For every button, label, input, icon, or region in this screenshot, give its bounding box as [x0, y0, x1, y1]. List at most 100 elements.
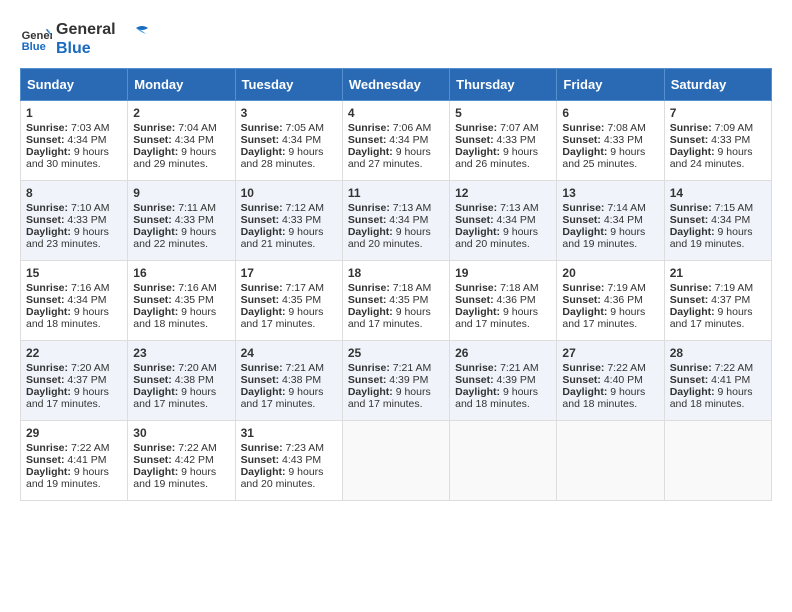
sunrise-label: Sunrise: [241, 442, 286, 454]
sunset-label: Sunset: [133, 214, 174, 226]
sunrise-time: 7:13 AM [500, 202, 539, 214]
calendar-cell: 23Sunrise: 7:20 AMSunset: 4:38 PMDayligh… [128, 341, 235, 421]
daylight-label: Daylight: [348, 146, 396, 158]
sunrise-time: 7:22 AM [178, 442, 217, 454]
day-number: 14 [670, 186, 766, 200]
sunset-time: 4:35 PM [389, 294, 428, 306]
day-number: 10 [241, 186, 337, 200]
daylight-label: Daylight: [670, 306, 718, 318]
sunrise-time: 7:13 AM [393, 202, 432, 214]
day-number: 1 [26, 106, 122, 120]
calendar-cell: 25Sunrise: 7:21 AMSunset: 4:39 PMDayligh… [342, 341, 449, 421]
sunrise-time: 7:20 AM [178, 362, 217, 374]
sunrise-label: Sunrise: [26, 362, 71, 374]
sunrise-time: 7:04 AM [178, 122, 217, 134]
day-number: 12 [455, 186, 551, 200]
sunset-label: Sunset: [670, 294, 711, 306]
daylight-label: Daylight: [348, 386, 396, 398]
day-number: 27 [562, 346, 658, 360]
sunset-time: 4:33 PM [282, 214, 321, 226]
sunrise-time: 7:21 AM [500, 362, 539, 374]
sunrise-time: 7:06 AM [393, 122, 432, 134]
sunset-time: 4:41 PM [711, 374, 750, 386]
calendar-cell: 14Sunrise: 7:15 AMSunset: 4:34 PMDayligh… [664, 181, 771, 261]
sunrise-label: Sunrise: [562, 362, 607, 374]
sunrise-label: Sunrise: [348, 202, 393, 214]
sunrise-time: 7:12 AM [286, 202, 325, 214]
sunset-label: Sunset: [26, 214, 67, 226]
calendar-table: SundayMondayTuesdayWednesdayThursdayFrid… [20, 68, 772, 501]
calendar-cell [664, 421, 771, 501]
logo-blue: Blue [56, 39, 116, 58]
calendar-cell: 31Sunrise: 7:23 AMSunset: 4:43 PMDayligh… [235, 421, 342, 501]
sunset-label: Sunset: [670, 214, 711, 226]
sunrise-time: 7:22 AM [715, 362, 754, 374]
sunset-label: Sunset: [348, 134, 389, 146]
sunrise-time: 7:16 AM [178, 282, 217, 294]
calendar-week-row: 15Sunrise: 7:16 AMSunset: 4:34 PMDayligh… [21, 261, 772, 341]
daylight-label: Daylight: [455, 146, 503, 158]
sunrise-time: 7:22 AM [71, 442, 110, 454]
day-number: 6 [562, 106, 658, 120]
sunset-label: Sunset: [348, 214, 389, 226]
sunrise-time: 7:21 AM [286, 362, 325, 374]
sunset-time: 4:37 PM [711, 294, 750, 306]
sunrise-label: Sunrise: [241, 202, 286, 214]
calendar-cell: 16Sunrise: 7:16 AMSunset: 4:35 PMDayligh… [128, 261, 235, 341]
calendar-cell [342, 421, 449, 501]
day-number: 25 [348, 346, 444, 360]
sunrise-label: Sunrise: [348, 362, 393, 374]
daylight-label: Daylight: [26, 226, 74, 238]
sunrise-label: Sunrise: [455, 282, 500, 294]
sunset-label: Sunset: [562, 374, 603, 386]
sunset-time: 4:34 PM [67, 134, 106, 146]
sunset-label: Sunset: [133, 134, 174, 146]
weekday-header-thursday: Thursday [450, 69, 557, 101]
sunset-label: Sunset: [133, 294, 174, 306]
sunrise-label: Sunrise: [26, 202, 71, 214]
sunset-label: Sunset: [455, 214, 496, 226]
day-number: 20 [562, 266, 658, 280]
daylight-label: Daylight: [133, 306, 181, 318]
calendar-cell [450, 421, 557, 501]
sunrise-time: 7:09 AM [715, 122, 754, 134]
sunset-label: Sunset: [670, 374, 711, 386]
sunrise-time: 7:08 AM [607, 122, 646, 134]
day-number: 23 [133, 346, 229, 360]
sunset-label: Sunset: [562, 294, 603, 306]
daylight-label: Daylight: [26, 466, 74, 478]
daylight-label: Daylight: [670, 226, 718, 238]
daylight-label: Daylight: [455, 226, 503, 238]
calendar-week-row: 22 Sunrise: 7:20 AM Sunset: 4:37 PM Dayligh… [21, 341, 772, 421]
daylight-label: Daylight: [133, 146, 181, 158]
calendar-cell: 27Sunrise: 7:22 AMSunset: 4:40 PMDayligh… [557, 341, 664, 421]
calendar-cell: 7Sunrise: 7:09 AMSunset: 4:33 PMDaylight… [664, 101, 771, 181]
sunset-label: Sunset: [133, 454, 174, 466]
sunset-time: 4:43 PM [282, 454, 321, 466]
sunset-time: 4:37 PM [67, 374, 106, 386]
sunset-label: Sunset: [241, 454, 282, 466]
sunset-time: 4:33 PM [711, 134, 750, 146]
sunrise-label: Sunrise: [241, 362, 286, 374]
sunrise-label: Sunrise: [26, 122, 71, 134]
sunrise-label: Sunrise: [133, 442, 178, 454]
logo-general: General [56, 20, 116, 39]
sunset-label: Sunset: [455, 374, 496, 386]
calendar-week-row: 1Sunrise: 7:03 AMSunset: 4:34 PMDaylight… [21, 101, 772, 181]
sunrise-time: 7:10 AM [71, 202, 110, 214]
sunrise-time: 7:20 AM [71, 362, 110, 374]
svg-text:General: General [22, 30, 52, 42]
day-number: 22 [26, 346, 122, 360]
day-number: 29 [26, 426, 122, 440]
sunrise-time: 7:16 AM [71, 282, 110, 294]
calendar-cell: 17Sunrise: 7:17 AMSunset: 4:35 PMDayligh… [235, 261, 342, 341]
daylight-label: Daylight: [241, 306, 289, 318]
calendar-cell: 29Sunrise: 7:22 AMSunset: 4:41 PMDayligh… [21, 421, 128, 501]
daylight-label: Daylight: [26, 306, 74, 318]
day-number: 26 [455, 346, 551, 360]
daylight-label: Daylight: [562, 306, 610, 318]
calendar-week-row: 29Sunrise: 7:22 AMSunset: 4:41 PMDayligh… [21, 421, 772, 501]
sunrise-time: 7:19 AM [715, 282, 754, 294]
day-number: 2 [133, 106, 229, 120]
sunset-time: 4:34 PM [497, 214, 536, 226]
